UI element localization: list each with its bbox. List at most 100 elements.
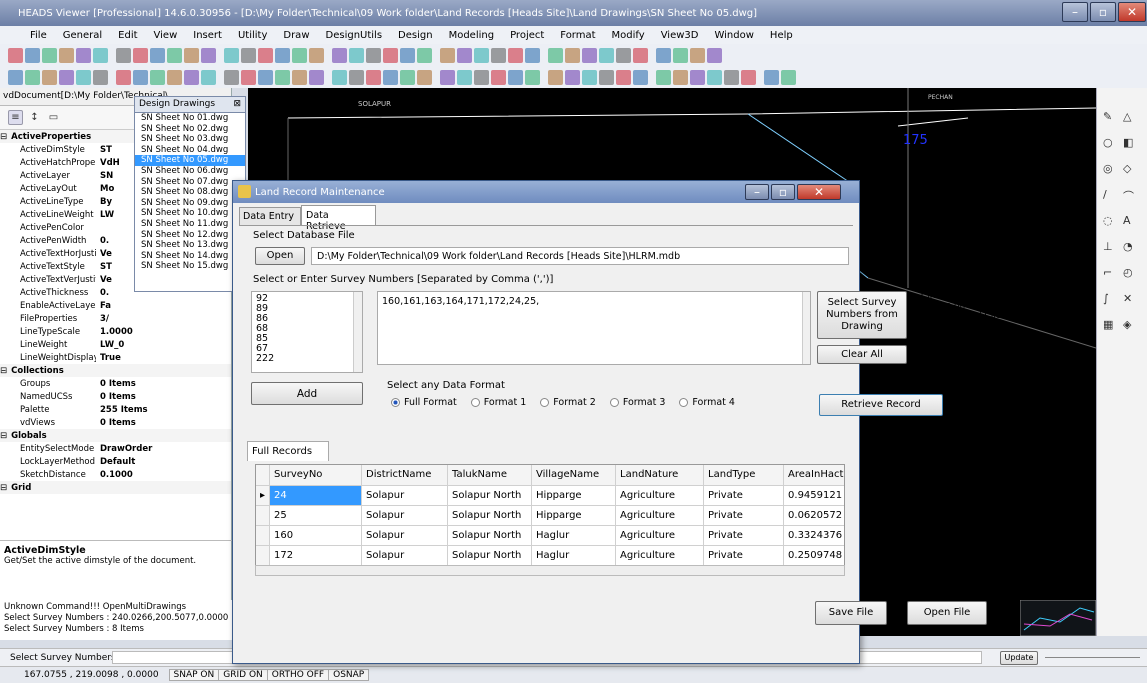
survey-list-item[interactable]: 222 (256, 354, 358, 364)
drawing-list-item[interactable]: SN Sheet No 15.dwg (135, 261, 245, 272)
toolbar-tool-icon[interactable] (349, 47, 364, 63)
toolbar-tool-icon[interactable] (332, 69, 347, 85)
categorized-icon[interactable]: ≡ (8, 110, 23, 125)
survey-number-list[interactable]: 92 89 86 68 85 67 222 (251, 291, 363, 373)
table-cell[interactable]: Hipparge (531, 485, 617, 506)
toolbar-tool-icon[interactable] (366, 47, 381, 63)
toolbar-tool-icon[interactable] (707, 47, 722, 63)
table-cell[interactable]: 24 (269, 485, 363, 506)
collapse-icon[interactable]: ⊟ (0, 483, 7, 493)
tab-data-entry[interactable]: Data Entry (239, 207, 301, 225)
maximize-button[interactable]: ▫ (1090, 2, 1116, 22)
table-cell[interactable]: 0.2509748 (783, 545, 844, 566)
menu-item-modeling[interactable]: Modeling (441, 30, 503, 41)
toolbar-tool-icon[interactable] (201, 47, 216, 63)
row-header[interactable] (256, 545, 271, 566)
ortho-toggle[interactable]: ORTHO OFF (268, 670, 330, 680)
toolbar-tool-icon[interactable] (656, 47, 671, 63)
toolbar-tool-icon[interactable] (690, 69, 705, 85)
toolbar-tool-icon[interactable] (184, 47, 199, 63)
table-cell[interactable]: 160 (269, 525, 363, 546)
column-header-landtype[interactable]: LandType (703, 465, 785, 486)
toolbar-tool-icon[interactable] (582, 47, 597, 63)
row-header[interactable]: ▸ (256, 485, 271, 506)
radio-icon[interactable] (470, 398, 480, 407)
toolbar-tool-icon[interactable] (167, 47, 182, 63)
toolbar-tool-icon[interactable] (184, 69, 199, 85)
toolbar-tool-icon[interactable] (93, 47, 108, 63)
select-survey-button[interactable]: Select Survey Numbers from Drawing (817, 291, 907, 339)
toolbar-tool-icon[interactable] (332, 47, 347, 63)
drawing-list-item[interactable]: SN Sheet No 12.dwg (135, 230, 245, 241)
toolbar-tool-icon[interactable] (525, 69, 540, 85)
drawing-list-item[interactable]: SN Sheet No 11.dwg (135, 219, 245, 230)
drawing-list-item[interactable]: SN Sheet No 05.dwg (135, 155, 245, 166)
radio-icon[interactable] (679, 398, 689, 407)
table-cell[interactable]: Solapur (361, 545, 449, 566)
table-cell[interactable]: 0.9459121 (783, 485, 844, 506)
table-cell[interactable]: Solapur (361, 505, 449, 526)
retrieve-record-button[interactable]: Retrieve Record (819, 394, 943, 416)
table-cell[interactable]: Solapur (361, 485, 449, 506)
toolbar-tool-icon[interactable] (491, 47, 506, 63)
table-cell[interactable]: Haglur (531, 545, 617, 566)
right-tool-icon[interactable]: ⌒ (1123, 188, 1134, 204)
toolbar-tool-icon[interactable] (241, 47, 256, 63)
column-header-talukname[interactable]: TalukName (447, 465, 533, 486)
right-tool-icon[interactable]: ∫ (1103, 292, 1109, 305)
drawing-list-item[interactable]: SN Sheet No 08.dwg (135, 187, 245, 198)
toolbar-tool-icon[interactable] (366, 69, 381, 85)
menu-item-project[interactable]: Project (502, 30, 552, 41)
menu-item-general[interactable]: General (55, 30, 110, 41)
column-header-villagename[interactable]: VillageName (531, 465, 617, 486)
property-row[interactable]: SketchDistance 0.1000 (0, 468, 231, 481)
toolbar-tool-icon[interactable] (150, 69, 165, 85)
right-tool-icon[interactable]: ◈ (1123, 318, 1131, 331)
toolbar-tool-icon[interactable] (491, 69, 506, 85)
format-radio-3[interactable]: Format 2 (540, 397, 596, 408)
toolbar-tool-icon[interactable] (508, 47, 523, 63)
right-tool-icon[interactable]: / (1103, 188, 1107, 201)
drawing-list-item[interactable]: SN Sheet No 07.dwg (135, 177, 245, 188)
right-tool-icon[interactable]: ⌐ (1103, 266, 1112, 279)
close-icon[interactable]: ⊠ (233, 99, 241, 109)
property-row[interactable]: FileProperties 3/ (0, 312, 231, 325)
drawing-list-item[interactable]: SN Sheet No 14.dwg (135, 251, 245, 262)
toolbar-tool-icon[interactable] (741, 69, 756, 85)
toolbar-tool-icon[interactable] (292, 47, 307, 63)
property-pages-icon[interactable]: ▭ (46, 110, 61, 125)
row-header[interactable] (256, 525, 271, 546)
survey-list-scrollbar[interactable] (353, 292, 362, 372)
collapse-icon[interactable]: ⊟ (0, 431, 7, 441)
toolbar-tool-icon[interactable] (457, 69, 472, 85)
table-cell[interactable]: 0.3324376 (783, 525, 844, 546)
toolbar-tool-icon[interactable] (8, 69, 23, 85)
right-tool-icon[interactable]: ◧ (1123, 136, 1133, 149)
property-row[interactable]: LineWeight LW_0 (0, 338, 231, 351)
toolbar-tool-icon[interactable] (292, 69, 307, 85)
close-button[interactable]: ✕ (1118, 2, 1146, 22)
toolbar-tool-icon[interactable] (599, 47, 614, 63)
table-row[interactable]: 25 Solapur Solapur North Hipparge Agricultur… (256, 505, 844, 526)
toolbar-tool-icon[interactable] (616, 47, 631, 63)
menu-item-modify[interactable]: Modify (604, 30, 653, 41)
drawing-list-item[interactable]: SN Sheet No 02.dwg (135, 124, 245, 135)
radio-icon[interactable] (609, 398, 619, 407)
tab-data-retrieve[interactable]: Data Retrieve (301, 205, 376, 232)
toolbar-tool-icon[interactable] (59, 69, 74, 85)
toolbar-tool-icon[interactable] (673, 69, 688, 85)
drawing-list-item[interactable]: SN Sheet No 03.dwg (135, 134, 245, 145)
property-row[interactable]: LineTypeScale 1.0000 (0, 325, 231, 338)
property-row[interactable]: ⊟ Globals (0, 429, 231, 442)
snap-toggle[interactable]: SNAP ON (170, 670, 220, 680)
right-tool-icon[interactable]: ⊥ (1103, 240, 1113, 253)
toolbar-tool-icon[interactable] (417, 69, 432, 85)
toolbar-tool-icon[interactable] (565, 69, 580, 85)
table-cell[interactable]: Agriculture (615, 485, 705, 506)
alphabetical-icon[interactable]: ↕ (27, 110, 42, 125)
survey-numbers-input[interactable]: 160,161,163,164,171,172,24,25, (377, 291, 811, 365)
add-button[interactable]: Add (251, 382, 363, 405)
toolbar-tool-icon[interactable] (400, 47, 415, 63)
survey-list-item[interactable]: 86 (256, 314, 358, 324)
collapse-icon[interactable]: ⊟ (0, 366, 7, 376)
